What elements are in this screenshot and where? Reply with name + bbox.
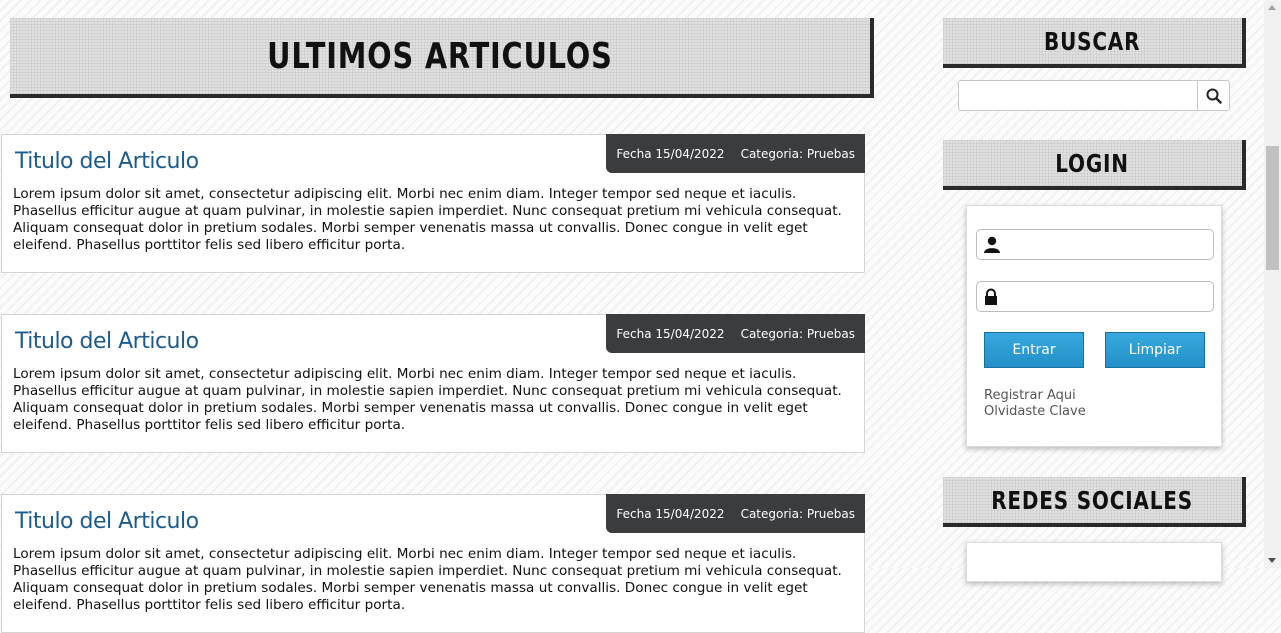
social-heading: REDES SOCIALES [991,485,1194,515]
page-title-banner: ULTIMOS ARTICULOS [10,18,874,98]
article-title[interactable]: Titulo del Articulo [15,329,199,354]
article-category[interactable]: Categoria: Pruebas [741,507,855,521]
article-meta: Fecha 15/04/2022 Categoria: Pruebas [606,494,865,533]
search-heading-banner: BUSCAR [943,18,1246,68]
scroll-down-arrow-icon[interactable] [1268,558,1276,563]
password-field[interactable] [976,281,1214,313]
search-input[interactable] [959,81,1197,110]
social-card [966,542,1222,582]
article-meta: Fecha 15/04/2022 Categoria: Pruebas [606,314,865,353]
article-date: Fecha 15/04/2022 [616,146,725,161]
login-card: Entrar Limpiar Registrar Aqui Olvidaste … [966,205,1222,447]
article-title[interactable]: Titulo del Articulo [15,149,199,174]
article-title[interactable]: Titulo del Articulo [15,509,199,534]
login-heading-banner: LOGIN [943,140,1246,190]
article-body: Lorem ipsum dolor sit amet, consectetur … [13,366,842,433]
article-body: Lorem ipsum dolor sit amet, consectetur … [13,546,842,613]
article-body: Lorem ipsum dolor sit amet, consectetur … [13,186,842,253]
scroll-thumb[interactable] [1266,146,1279,270]
article-category[interactable]: Categoria: Pruebas [741,327,855,341]
login-heading: LOGIN [1055,148,1130,178]
article-meta: Fecha 15/04/2022 Categoria: Pruebas [606,134,865,173]
forgot-password-link[interactable]: Olvidaste Clave [984,404,1086,419]
page-scrollbar[interactable] [1264,0,1281,568]
article-card: Titulo del Articulo Fecha 15/04/2022 Cat… [1,494,865,633]
article-date: Fecha 15/04/2022 [616,326,725,341]
search-button[interactable] [1197,81,1229,110]
password-input[interactable] [1005,282,1214,313]
login-submit-button[interactable]: Entrar [984,332,1084,368]
social-heading-banner: REDES SOCIALES [943,477,1246,527]
username-input[interactable] [1005,230,1214,261]
article-date: Fecha 15/04/2022 [616,506,725,521]
lock-icon [985,288,997,305]
search-heading: BUSCAR [1044,26,1141,56]
register-link[interactable]: Registrar Aqui [984,388,1076,403]
article-category[interactable]: Categoria: Pruebas [741,147,855,161]
scroll-up-arrow-icon[interactable] [1268,5,1276,10]
user-icon [984,236,1000,253]
search-icon [1206,88,1222,104]
article-card: Titulo del Articulo Fecha 15/04/2022 Cat… [1,134,865,273]
login-clear-button[interactable]: Limpiar [1105,332,1205,368]
search-box [958,80,1230,111]
username-field[interactable] [976,229,1214,261]
page-title: ULTIMOS ARTICULOS [267,35,613,77]
article-card: Titulo del Articulo Fecha 15/04/2022 Cat… [1,314,865,453]
